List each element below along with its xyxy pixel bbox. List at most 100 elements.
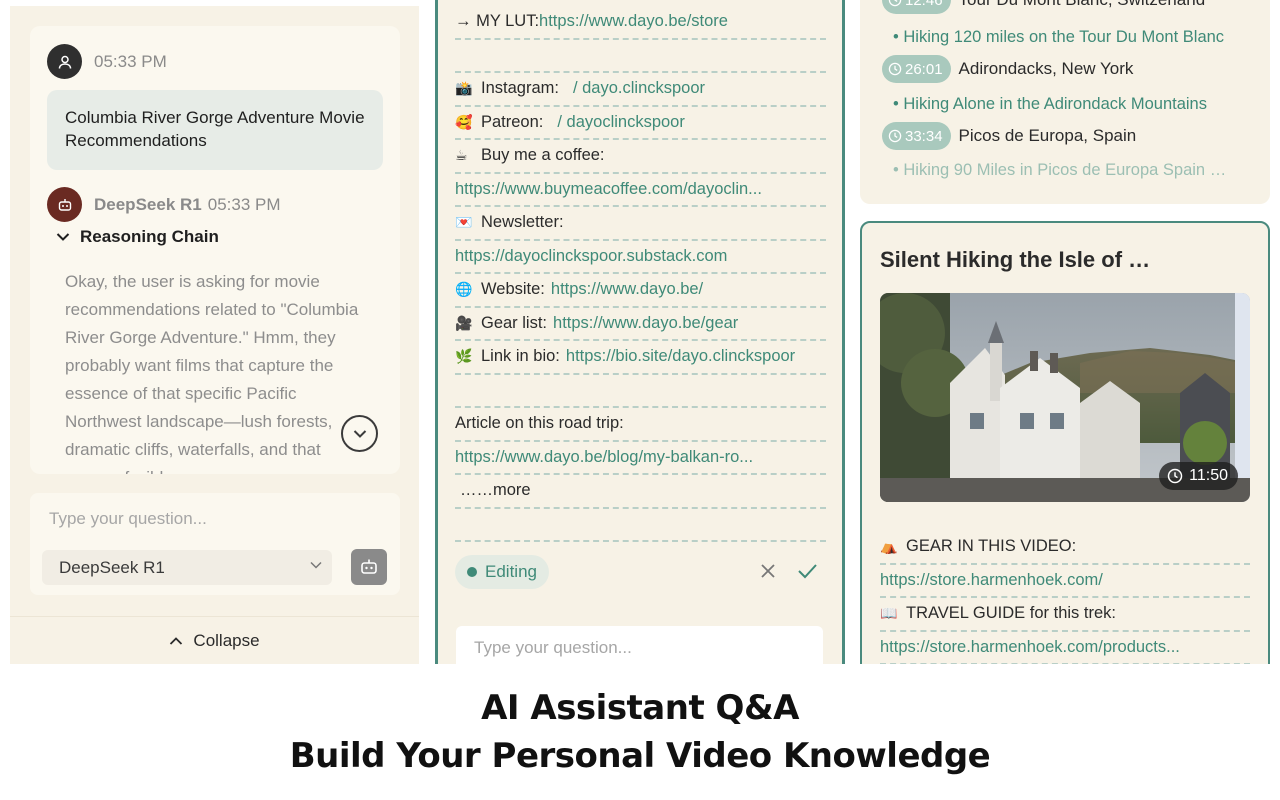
chat-input-box: DeepSeek R1 (30, 493, 400, 595)
bot-name: DeepSeek R1 (94, 194, 202, 214)
timestamp-badge[interactable]: 26:01 (882, 55, 951, 83)
chapter-place: Picos de Europa, Spain (958, 126, 1137, 145)
promo-caption: AI Assistant Q&A Build Your Personal Vid… (0, 664, 1280, 800)
emoji-icon: ☕ (455, 147, 468, 164)
chevron-down-icon (56, 233, 70, 241)
user-message-header: 05:33 PM (47, 44, 167, 79)
chapter-link[interactable]: • Hiking 90 Miles in Picos de Europa Spa… (893, 161, 1226, 180)
description-line: ……more (455, 475, 826, 509)
line-label: GEAR IN THIS VIDEO: (906, 537, 1077, 556)
editing-status: Editing (455, 555, 549, 589)
timestamp-badge[interactable]: 33:34 (882, 122, 951, 150)
emoji-icon: 📖 (880, 605, 898, 622)
ask-assistant-button[interactable] (351, 549, 387, 585)
line-label: Patreon: (481, 112, 544, 131)
clock-icon (888, 62, 902, 76)
description-link[interactable]: https://www.buymeacoffee.com/dayoclin... (455, 180, 762, 199)
description-link[interactable]: https://www.dayo.be/gear (553, 314, 738, 333)
chapter-place: Adirondacks, New York (958, 59, 1134, 78)
description-link[interactable]: / dayo.clinckspoor (573, 79, 705, 98)
description-line: https://www.buymeacoffee.com/dayoclin... (455, 174, 826, 207)
description-line: 💌 Newsletter: (455, 207, 826, 241)
mid-question-input[interactable] (474, 638, 804, 658)
chevron-down-icon (310, 561, 322, 569)
description-line: https://dayoclinckspoor.substack.com (455, 241, 826, 274)
robot-icon (58, 198, 71, 211)
chapter-timestamp-row[interactable]: 12:46 Tour Du Mont Blanc, Switzerland (882, 0, 1205, 14)
show-more-link[interactable]: ……more (455, 481, 531, 500)
description-link[interactable]: / dayoclinckspoor (557, 113, 684, 132)
app-screenshot: 05:33 PM Columbia River Gorge Adventure … (0, 0, 1280, 664)
reasoning-text: Okay, the user is asking for movie recom… (65, 272, 359, 474)
model-select-value: DeepSeek R1 (59, 557, 165, 577)
description-line: 🥰 Patreon: / dayoclinckspoor (455, 107, 826, 140)
description-line (455, 40, 826, 73)
clock-icon (888, 129, 902, 143)
bot-avatar (47, 187, 82, 222)
confirm-edit-button[interactable] (796, 561, 818, 586)
description-link[interactable]: https://store.harmenhoek.com/products... (880, 638, 1180, 657)
chevron-down-icon (353, 429, 366, 438)
chapter-timestamp-row[interactable]: 26:01 Adirondacks, New York (882, 55, 1133, 83)
timestamp-badge[interactable]: 12:46 (882, 0, 951, 14)
line-label: Newsletter: (481, 213, 564, 232)
user-icon (58, 55, 71, 69)
line-text: → MY LUT: (455, 12, 540, 31)
bot-message-time: 05:33 PM (207, 194, 281, 214)
line-label: Link in bio: (481, 347, 560, 366)
description-line: ⛺ GEAR IN THIS VIDEO: (880, 531, 1250, 565)
description-link[interactable]: https://www.dayo.be/store (539, 12, 728, 31)
emoji-icon: 📸 (455, 80, 473, 97)
timestamp-text: 12:46 (905, 0, 943, 9)
emoji-icon: 🌐 (455, 281, 473, 298)
check-icon (798, 564, 817, 579)
chapter-link[interactable]: • Hiking Alone in the Adirondack Mountai… (893, 95, 1207, 114)
chapter-place: Tour Du Mont Blanc, Switzerland (959, 0, 1206, 10)
chat-history: 05:33 PM Columbia River Gorge Adventure … (30, 26, 400, 474)
video-duration-badge: 11:50 (1159, 462, 1238, 490)
reasoning-chain-toggle[interactable]: Reasoning Chain (56, 227, 219, 247)
line-label: Website: (481, 280, 545, 299)
robot-icon (361, 559, 377, 574)
emoji-icon: 💌 (455, 214, 473, 231)
status-dot (467, 567, 477, 577)
cancel-edit-button[interactable] (758, 561, 778, 586)
editing-label: Editing (485, 562, 537, 581)
description-line: Article on this road trip: (455, 408, 826, 442)
description-link[interactable]: https://www.dayo.be/blog/my-balkan-ro... (455, 448, 753, 467)
scroll-down-button[interactable] (341, 415, 378, 452)
description-line: https://www.dayo.be/blog/my-balkan-ro... (455, 442, 826, 475)
line-label: Gear list: (481, 313, 548, 332)
timestamp-text: 26:01 (905, 60, 943, 78)
video-description-lines: ⛺ GEAR IN THIS VIDEO: https://store.harmen… (880, 531, 1250, 664)
emoji-icon: 🥰 (455, 113, 473, 130)
description-link[interactable]: https://www.dayo.be/ (551, 280, 703, 299)
video-description-panel: → MY LUT: https://www.dayo.be/store 📸 Inst… (435, 0, 845, 664)
chevron-up-icon (170, 636, 183, 645)
description-link[interactable]: https://store.harmenhoek.com/ (880, 571, 1103, 590)
reasoning-chain-label: Reasoning Chain (80, 227, 219, 246)
user-avatar (47, 44, 82, 79)
description-line: https://store.harmenhoek.com/products... (880, 632, 1250, 664)
clock-icon (1167, 468, 1183, 484)
chapter-list: 12:46 Tour Du Mont Blanc, Switzerland • … (860, 0, 1270, 204)
description-line: 📖 TRAVEL GUIDE for this trek: (880, 598, 1250, 632)
video-card[interactable]: Silent Hiking the Isle of … 11:50 ⛺ GEAR… (860, 221, 1270, 664)
chapter-link[interactable]: • Hiking 120 miles on the Tour Du Mont B… (893, 28, 1224, 47)
description-link[interactable]: https://dayoclinckspoor.substack.com (455, 247, 727, 266)
collapse-label: Collapse (193, 630, 260, 650)
chat-panel: 05:33 PM Columbia River Gorge Adventure … (10, 6, 419, 664)
model-select[interactable]: DeepSeek R1 (42, 550, 332, 585)
line-text: Article on this road trip: (455, 414, 624, 433)
description-link[interactable]: https://bio.site/dayo.clinckspoor (566, 347, 795, 366)
video-title[interactable]: Silent Hiking the Isle of … (880, 247, 1150, 273)
description-line: 🌐 Website: https://www.dayo.be/ (455, 274, 826, 308)
question-input[interactable] (49, 507, 369, 531)
bot-message-header: DeepSeek R1 05:33 PM (47, 187, 281, 222)
collapse-button[interactable]: Collapse (10, 616, 419, 664)
chapter-timestamp-row[interactable]: 33:34 Picos de Europa, Spain (882, 122, 1136, 150)
emoji-icon: ⛺ (880, 538, 898, 555)
line-label: TRAVEL GUIDE for this trek: (906, 604, 1116, 623)
timestamp-text: 33:34 (905, 127, 943, 145)
video-thumbnail[interactable]: 11:50 (880, 293, 1250, 502)
